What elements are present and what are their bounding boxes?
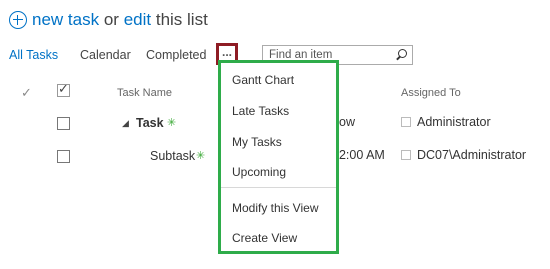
new-task-link[interactable]: new task <box>32 10 99 30</box>
new-star-icon: ✳ <box>167 117 177 129</box>
presence-icon <box>401 117 411 127</box>
menu-separator <box>221 187 336 188</box>
menu-item-gantt-chart[interactable]: Gantt Chart <box>232 71 294 89</box>
tab-completed[interactable]: Completed <box>146 46 206 64</box>
tab-calendar[interactable]: Calendar <box>80 46 131 64</box>
row-checkbox[interactable] <box>57 117 70 130</box>
triangle-down-icon[interactable]: ◢ <box>122 118 129 129</box>
task-name-link[interactable]: Task <box>136 116 164 130</box>
checkmark-icon: ✓ <box>21 85 32 100</box>
menu-item-modify-view[interactable]: Modify this View <box>232 199 318 217</box>
or-text: or <box>103 10 119 29</box>
tab-all-tasks[interactable]: All Tasks <box>9 46 58 64</box>
menu-item-upcoming[interactable]: Upcoming <box>232 163 286 181</box>
presence-icon <box>401 150 411 160</box>
menu-item-create-view[interactable]: Create View <box>232 229 297 247</box>
due-date-cell: ow <box>339 115 355 129</box>
assigned-user[interactable]: Administrator <box>417 115 491 129</box>
edit-list-link[interactable]: edit <box>124 10 151 30</box>
menu-item-my-tasks[interactable]: My Tasks <box>232 133 282 151</box>
menu-item-late-tasks[interactable]: Late Tasks <box>232 102 289 120</box>
row-checkbox[interactable] <box>57 150 70 163</box>
views-dropdown-menu: Gantt Chart Late Tasks My Tasks Upcoming… <box>218 60 339 254</box>
assigned-user[interactable]: DC07\Administrator <box>417 148 526 162</box>
assigned-to-cell: DC07\Administrator <box>401 148 526 162</box>
assigned-to-cell: Administrator <box>401 115 491 129</box>
due-date-cell: 12:00 AM <box>332 148 385 162</box>
task-name-link[interactable]: Subtask <box>150 149 195 163</box>
this-list-text: this list <box>155 10 208 29</box>
column-header-task-name[interactable]: Task Name <box>117 87 172 99</box>
search-icon[interactable] <box>390 46 412 64</box>
column-header-assigned-to[interactable]: Assigned To <box>401 87 461 99</box>
list-header: new task or edit this list <box>9 8 208 32</box>
plus-circle-icon[interactable] <box>9 11 27 29</box>
select-all-checkbox[interactable] <box>57 81 70 97</box>
new-star-icon: ✳ <box>196 150 206 162</box>
